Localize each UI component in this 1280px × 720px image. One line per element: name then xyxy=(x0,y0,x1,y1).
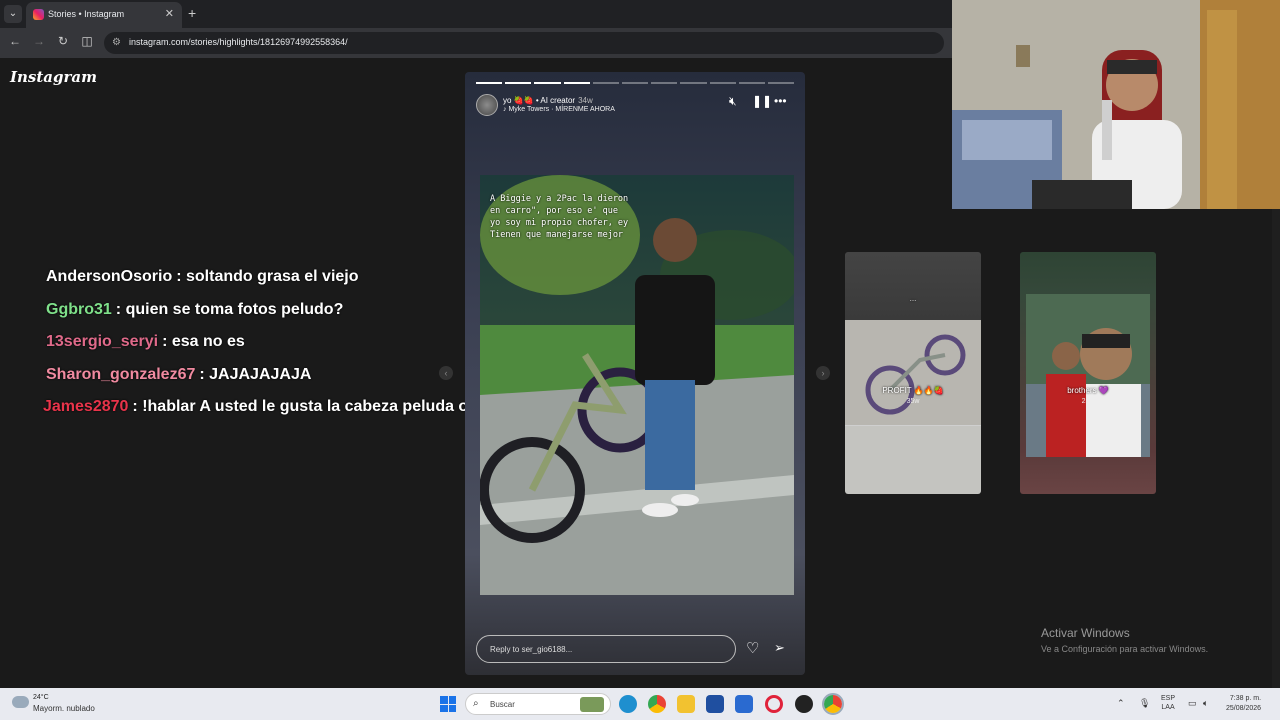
search-placeholder: Buscar xyxy=(490,700,515,709)
preview-bike-image xyxy=(845,320,981,425)
windows-taskbar: 24°C Mayorm. nublado ⌕ Buscar ⌃ 🎙︎ ESP L… xyxy=(0,688,1280,720)
search-highlight-icon xyxy=(580,697,604,712)
story-viewer[interactable]: yo 🍓🍓 • AI creator 34w ♪ Myke Towers · MÍ… xyxy=(465,72,805,675)
like-heart-icon[interactable]: ♡ xyxy=(746,639,759,657)
reload-button[interactable]: ↻ xyxy=(55,34,71,48)
instagram-favicon-icon xyxy=(33,9,44,20)
clock-date: 25/08/2026 xyxy=(1226,705,1262,712)
close-tab-icon[interactable]: ✕ xyxy=(165,7,174,20)
activation-subtitle: Ve a Configuración para activar Windows. xyxy=(1041,644,1209,654)
opera-icon[interactable] xyxy=(765,695,783,713)
progress-segment xyxy=(709,82,736,84)
progress-segment xyxy=(505,82,532,84)
back-button[interactable]: ← xyxy=(7,34,23,48)
outlook-icon[interactable] xyxy=(735,695,753,713)
progress-segment xyxy=(592,82,619,84)
obs-icon[interactable] xyxy=(795,695,813,713)
mute-icon[interactable]: 🔇︎ xyxy=(729,94,737,109)
more-options-icon[interactable]: ••• xyxy=(774,94,787,108)
story-progress-bar xyxy=(476,82,795,84)
activation-title: Activar Windows xyxy=(1041,626,1130,640)
chat-message: : quien se toma fotos peludo? xyxy=(115,300,344,318)
chat-message: : soltando grasa el viejo xyxy=(176,268,359,285)
chat-line: AndersonOsorio: soltando grasa el viejo xyxy=(46,268,533,301)
windows-activation-watermark: Activar Windows Ve a Configuración para … xyxy=(1041,626,1208,654)
chrome-icon[interactable] xyxy=(648,695,666,713)
browser-tab[interactable]: Stories • Instagram ✕ xyxy=(26,2,182,28)
story-reply-input[interactable]: Reply to ser_gio6188... xyxy=(476,635,736,663)
chat-line: Ggbro31: quien se toma fotos peludo? xyxy=(46,301,533,334)
microphone-icon[interactable]: 🎙︎ xyxy=(1139,698,1150,709)
cloud-icon[interactable] xyxy=(12,696,29,708)
site-info-icon[interactable]: ⚙ xyxy=(112,37,121,48)
progress-segment xyxy=(767,82,795,84)
new-tab-button[interactable]: + xyxy=(188,5,196,21)
next-story-preview[interactable]: ... PROFIT 🔥🔥🍓 35w xyxy=(845,252,981,494)
stream-chat-overlay: AndersonOsorio: soltando grasa el viejo G… xyxy=(43,268,533,431)
layout-code: LAA xyxy=(1161,704,1175,711)
previous-story-arrow-icon[interactable]: ‹ xyxy=(439,366,453,380)
progress-segment xyxy=(651,82,678,84)
tab-title: Stories • Instagram xyxy=(48,9,125,19)
preview-age: 25w xyxy=(1081,398,1095,405)
taskbar-search-input[interactable]: ⌕ Buscar xyxy=(465,693,611,715)
keyboard-language[interactable]: ESP LAA xyxy=(1161,694,1175,712)
preview-brothers-image xyxy=(1026,294,1150,457)
webcam-image xyxy=(952,0,1280,209)
story-photo: A Biggie y a 2Pac la dieron en carro", p… xyxy=(480,175,794,595)
story-username-text: yo 🍓🍓 • AI creator xyxy=(503,96,576,105)
story-age: 34w xyxy=(578,96,593,105)
volume-icon[interactable]: 🔈︎ xyxy=(1203,698,1208,709)
tab-search-button[interactable]: ⌄ xyxy=(4,5,22,23)
show-hidden-icons-chevron-icon[interactable]: ⌃ xyxy=(1117,698,1125,709)
chat-message: : JAJAJAJAJA xyxy=(199,365,312,383)
network-icon[interactable]: ▭ xyxy=(1188,698,1197,709)
language-code: ESP xyxy=(1161,695,1176,702)
chat-username: AndersonOsorio xyxy=(46,268,173,285)
pause-icon[interactable]: ❚❚ xyxy=(752,94,772,108)
chat-line: 13sergio_seryi: esa no es xyxy=(46,333,533,366)
edge-icon[interactable] xyxy=(619,695,637,713)
webcam-overlay xyxy=(952,0,1280,209)
story-caption: A Biggie y a 2Pac la dieron en carro", p… xyxy=(490,194,629,240)
preview-age: 35w xyxy=(906,398,920,405)
chat-username: James2870 xyxy=(43,398,129,415)
chat-username: Ggbro31 xyxy=(46,300,112,318)
weather-description[interactable]: Mayorm. nublado xyxy=(33,704,95,713)
address-bar[interactable]: ⚙ instagram.com/stories/highlights/18126… xyxy=(104,32,944,54)
avatar[interactable] xyxy=(476,94,498,116)
progress-segment xyxy=(680,82,707,84)
search-icon: ⌕ xyxy=(473,698,479,709)
weather-temperature[interactable]: 24°C xyxy=(33,694,49,701)
forward-button[interactable]: → xyxy=(31,34,47,48)
instagram-logo[interactable]: Instagram xyxy=(10,68,97,86)
chrome-active-icon[interactable] xyxy=(822,693,844,715)
split-view-icon[interactable]: ◫ xyxy=(79,34,95,48)
file-explorer-icon[interactable] xyxy=(677,695,695,713)
chat-line: James2870: !hablar A usted le gusta la c… xyxy=(43,398,533,431)
chat-username: Sharon_gonzalez67 xyxy=(46,365,196,383)
progress-segment xyxy=(534,82,561,84)
story-music-label[interactable]: ♪ Myke Towers · MÍRENME AHORA xyxy=(503,106,615,113)
windows-start-icon[interactable] xyxy=(440,696,456,712)
url-text: instagram.com/stories/highlights/1812697… xyxy=(129,37,348,47)
preview-dots: ... xyxy=(909,294,917,303)
store-icon[interactable] xyxy=(706,695,724,713)
chat-message: : esa no es xyxy=(162,333,245,350)
progress-segment xyxy=(563,82,590,84)
chat-line: Sharon_gonzalez67: JAJAJAJAJA xyxy=(46,366,533,399)
next-story-arrow-icon[interactable]: › xyxy=(816,366,830,380)
story-username[interactable]: yo 🍓🍓 • AI creator 34w xyxy=(503,96,593,105)
chat-username: 13sergio_seryi xyxy=(46,333,159,350)
preview-label: PROFIT 🔥🔥🍓 xyxy=(882,386,944,395)
progress-segment xyxy=(621,82,649,84)
clock-time: 7:38 p. m. xyxy=(1229,695,1262,702)
system-clock[interactable]: 7:38 p. m. 25/08/2026 xyxy=(1226,694,1261,714)
preview-label: brothers 💜 xyxy=(1067,386,1109,395)
send-icon[interactable]: ➢ xyxy=(774,640,785,656)
reply-placeholder: Reply to ser_gio6188... xyxy=(490,645,573,654)
next-story-preview[interactable]: brothers 💜 25w xyxy=(1020,252,1156,494)
progress-segment xyxy=(476,82,503,84)
progress-segment xyxy=(738,82,765,84)
